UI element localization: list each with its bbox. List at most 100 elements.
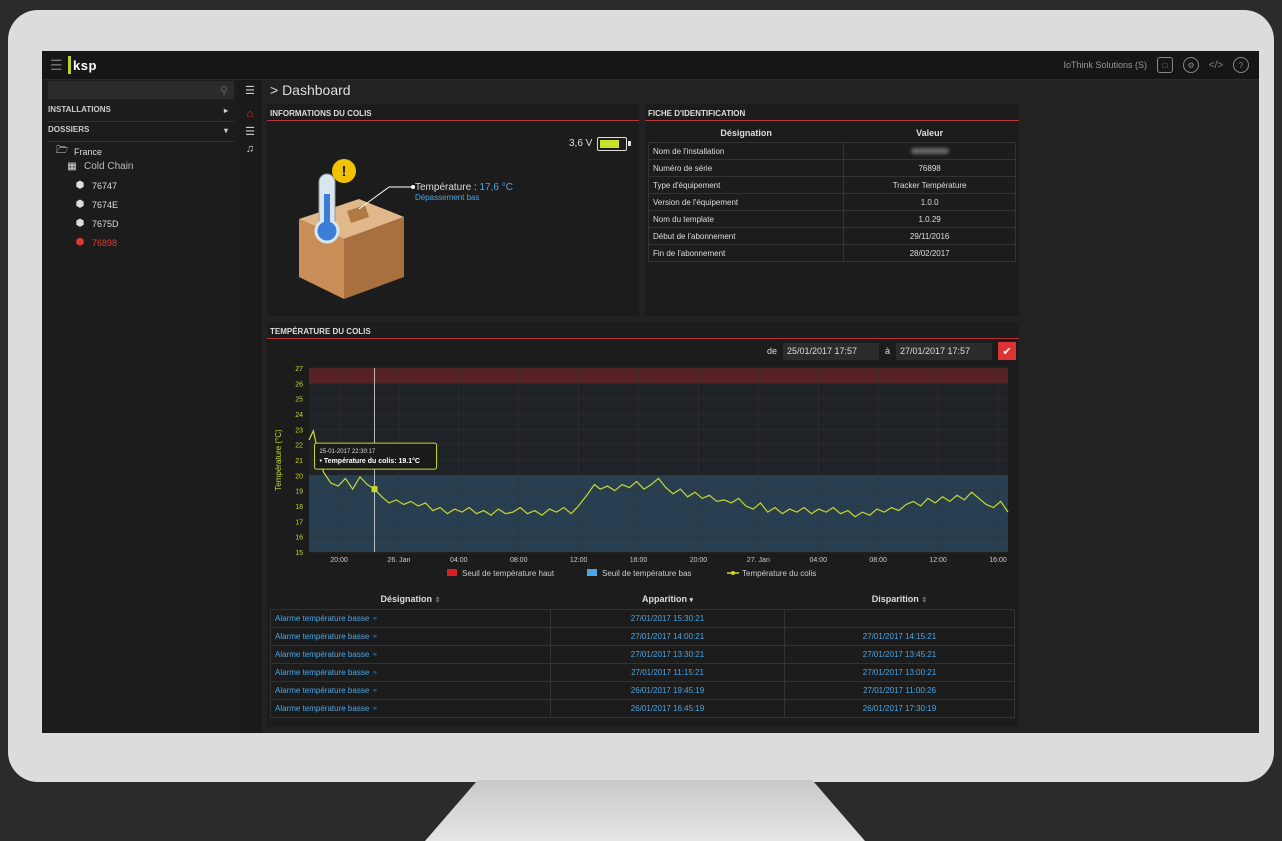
legend-swatch <box>447 569 457 576</box>
y-tick-label: 21 <box>295 458 303 465</box>
alarm-link[interactable]: Alarme température basse <box>275 614 369 623</box>
search-input[interactable]: ⚲ <box>48 81 234 99</box>
table-row[interactable]: Alarme température basse ⚭ 27/01/2017 11:… <box>270 663 1015 682</box>
table-row[interactable]: Alarme température basse ⚭ 27/01/2017 13:… <box>270 645 1015 664</box>
tree-device-7675d[interactable]: ⬢ 7675D <box>74 218 119 229</box>
logo-text: ksp <box>73 57 97 73</box>
tree-label: 76747 <box>92 180 118 191</box>
monitor-frame: ☰ ksp IoThink Solutions (S) □ ⚙ </> ? ⚲ … <box>8 10 1274 782</box>
company-name[interactable]: IoThink Solutions (S) <box>1063 60 1147 70</box>
legend-label: Seuil de température haut <box>462 569 555 578</box>
alarm-link[interactable]: Alarme température basse <box>275 686 369 695</box>
alarm-designation[interactable]: Alarme température basse ⚭ <box>270 681 551 700</box>
apply-check-icon[interactable]: ✔ <box>998 342 1016 360</box>
row-value: Tracker Température <box>843 176 1016 194</box>
table-row[interactable]: Alarme température basse ⚭ 26/01/2017 16:… <box>270 699 1015 718</box>
table-header: Désignation ⇕ Apparition ▾ Disparition ⇕ <box>271 589 1015 610</box>
header-label: Désignation <box>380 594 433 604</box>
y-tick-label: 16 <box>295 535 303 542</box>
temperature-chart[interactable]: 15 16 17 18 19 20 21 22 23 24 25 26 27 20:00 26. Jan 04… <box>267 362 1019 594</box>
box-icon: ⬢ <box>75 237 85 248</box>
alarm-designation[interactable]: Alarme température basse ⚭ <box>270 699 551 718</box>
table-row: Nom du template 1.0.29 <box>647 210 1016 228</box>
table-row: Numéro de série 76898 <box>647 159 1016 177</box>
sort-down-icon: ▾ <box>689 597 694 604</box>
identification-panel: FICHE D'IDENTIFICATION Désignation Valeu… <box>645 104 1019 316</box>
alarm-designation[interactable]: Alarme température basse ⚭ <box>270 663 551 682</box>
y-tick-label: 26 <box>295 381 303 388</box>
tree-device-76747[interactable]: ⬢ 76747 <box>74 180 117 191</box>
panel-title: TEMPÉRATURE DU COLIS <box>267 322 1019 339</box>
monitor-icon[interactable]: □ <box>1157 57 1173 73</box>
code-icon[interactable]: </> <box>1209 58 1223 72</box>
bell-icon[interactable]: ♫ <box>242 143 258 155</box>
caret-right-icon: ▸ <box>223 106 228 115</box>
section-label: INSTALLATIONS <box>48 105 111 114</box>
temperature-label: Température : <box>415 182 480 193</box>
home-icon[interactable]: ⌂ <box>242 108 258 120</box>
app-screen: ☰ ksp IoThink Solutions (S) □ ⚙ </> ? ⚲ … <box>42 51 1259 733</box>
box-icon: ⬢ <box>75 199 85 210</box>
alarm-link[interactable]: Alarme température basse <box>275 668 369 677</box>
alarm-designation[interactable]: Alarme température basse ⚭ <box>270 609 551 628</box>
alarm-link[interactable]: Alarme température basse <box>275 632 369 641</box>
alarm-designation[interactable]: Alarme température basse ⚭ <box>270 645 551 664</box>
y-tick-label: 25 <box>295 397 303 404</box>
col-apparition-header[interactable]: Apparition ▾ <box>551 589 785 610</box>
y-axis-label: Température (°C) <box>274 429 283 491</box>
alarm-link[interactable]: Alarme température basse <box>275 650 369 659</box>
help-icon[interactable]: ? <box>1233 57 1249 73</box>
hover-point <box>371 486 378 493</box>
logo-mark <box>68 56 71 74</box>
col-disparition-header[interactable]: Disparition ⇕ <box>785 589 1015 610</box>
sliders-icon[interactable]: ☰ <box>242 125 258 138</box>
menu-icon[interactable]: ☰ <box>50 57 64 74</box>
x-tick-label: 08:00 <box>869 557 887 564</box>
settings-icon[interactable]: ⚙ <box>1183 57 1199 73</box>
list-icon[interactable]: ☰ <box>242 84 258 97</box>
legend-marker <box>731 571 735 575</box>
alarm-designation[interactable]: Alarme température basse ⚭ <box>270 627 551 646</box>
date-from-input[interactable]: 25/01/2017 17:57 <box>782 342 879 360</box>
alarm-disparition: 27/01/2017 13:45:21 <box>784 645 1015 664</box>
temperature-chart-panel: TEMPÉRATURE DU COLIS de 25/01/2017 17:57… <box>267 322 1019 727</box>
table-row[interactable]: Alarme température basse ⚭ 27/01/2017 14:… <box>270 627 1015 646</box>
alarm-apparition: 26/01/2017 16:45:19 <box>550 699 785 718</box>
table-row[interactable]: Alarme température basse ⚭ 26/01/2017 19:… <box>270 681 1015 700</box>
tree-label: France <box>74 146 103 157</box>
alarm-link[interactable]: Alarme température basse <box>275 704 369 713</box>
battery-level <box>600 140 619 148</box>
tree-label: 7675D <box>92 218 119 229</box>
temperature-status: Dépassement bas <box>415 193 480 202</box>
x-tick-label: 27. Jan <box>747 557 770 564</box>
row-label: Nom de l'installation <box>647 142 845 160</box>
tree-folder-france[interactable]: 🗁 France <box>56 143 102 160</box>
y-tick-label: 15 <box>295 550 303 557</box>
row-value: 1.0.0 <box>843 193 1016 211</box>
section-installations[interactable]: INSTALLATIONS ▸ <box>48 105 234 122</box>
tree-group-cold-chain[interactable]: ▦ Cold Chain <box>66 161 133 172</box>
alarm-apparition: 27/01/2017 13:30:21 <box>550 645 785 664</box>
col-designation-header[interactable]: Désignation ⇕ <box>271 589 551 610</box>
tree-device-76898[interactable]: ⬢ 76898 <box>74 237 117 248</box>
logo[interactable]: ksp <box>68 55 97 75</box>
row-label: Nom du template <box>647 210 845 228</box>
building-icon: ▦ <box>67 161 77 172</box>
date-to-input[interactable]: 27/01/2017 17:57 <box>896 342 992 360</box>
search-icon: ⚲ <box>219 85 228 97</box>
alarm-apparition: 27/01/2017 11:15:21 <box>550 663 785 682</box>
table-row[interactable]: Alarme température basse ⚭ 27/01/2017 15:… <box>270 609 1015 628</box>
tree-device-7674e[interactable]: ⬢ 7674E <box>74 199 118 210</box>
section-dossiers[interactable]: DOSSIERS ▾ <box>48 125 234 142</box>
y-tick-label: 20 <box>295 473 303 480</box>
x-tick-label: 04:00 <box>450 557 468 564</box>
x-tick-label: 26. Jan <box>387 557 410 564</box>
box-icon: ⬢ <box>75 218 85 229</box>
folder-open-icon: 🗁 <box>56 145 69 156</box>
y-tick-label: 22 <box>295 443 303 450</box>
redacted-value <box>910 147 949 154</box>
legend-label: Température du colis <box>742 569 816 578</box>
tag-icon: ⚭ <box>371 686 379 695</box>
y-tick-label: 27 <box>295 366 303 373</box>
y-tick-label: 18 <box>295 504 303 511</box>
